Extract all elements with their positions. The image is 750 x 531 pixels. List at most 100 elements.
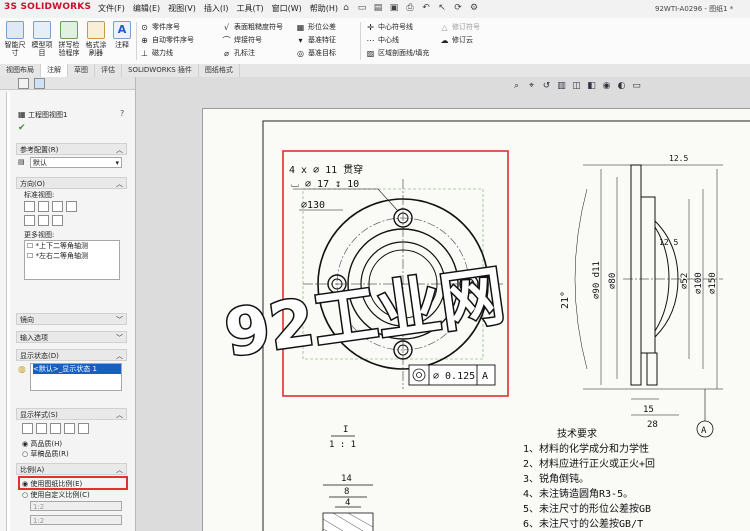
- centerline-button[interactable]: ⋯ 中心线: [366, 35, 400, 45]
- hole-callout-note[interactable]: 4 x ⌀ 11 贯穿: [289, 163, 363, 176]
- dimension-150[interactable]: ⌀150: [708, 272, 718, 294]
- select-icon[interactable]: ↖: [436, 2, 448, 14]
- undo-icon[interactable]: ↶: [420, 2, 432, 14]
- reference-config-section[interactable]: 参考配置(R) ︿: [16, 143, 127, 155]
- tech-requirement-3[interactable]: 3、锐角倒钝。: [523, 472, 589, 485]
- section-scale[interactable]: 1 : 1: [329, 440, 356, 450]
- more-views-list[interactable]: ☐ *上下二等角轴测 ☐ *左右二等角轴测: [24, 240, 120, 280]
- scale-section[interactable]: 比例(A) ︿: [16, 463, 127, 475]
- tech-requirement-4[interactable]: 4、未注铸造圆角R3-5。: [523, 487, 633, 500]
- list-item[interactable]: ☐ *上下二等角轴测: [27, 241, 119, 251]
- menu-window[interactable]: 窗口(W): [272, 3, 302, 14]
- revision-cloud-button[interactable]: ☁ 修订云: [440, 35, 474, 45]
- dimension-14[interactable]: 14: [341, 474, 352, 484]
- print-icon[interactable]: ⎙: [404, 2, 416, 14]
- dimension-90-d11[interactable]: ⌀90 d11: [592, 261, 602, 299]
- list-item[interactable]: ☐ *左右二等角轴测: [27, 251, 119, 261]
- save-icon[interactable]: ▣: [388, 2, 400, 14]
- shaded-icon[interactable]: [78, 423, 89, 434]
- menu-view[interactable]: 视图(V): [168, 3, 196, 14]
- tab-addins[interactable]: SOLIDWORKS 插件: [122, 64, 199, 77]
- import-options-section[interactable]: 输入选项 ﹀: [16, 331, 127, 343]
- dimension-28[interactable]: 28: [647, 420, 658, 430]
- shaded-edges-icon[interactable]: [64, 423, 75, 434]
- tab-sketch[interactable]: 草图: [68, 64, 95, 77]
- dimension-8[interactable]: 8: [344, 487, 349, 497]
- counterbore-note[interactable]: ⌴ ⌀ 17 ↧ 10: [291, 179, 359, 190]
- weld-symbol-button[interactable]: ⌒ 焊接符号: [222, 35, 263, 45]
- display-style-section[interactable]: 显示样式(S) ︿: [16, 408, 127, 420]
- tab-sheet-format[interactable]: 图纸格式: [199, 64, 240, 77]
- hidden-removed-icon[interactable]: [50, 423, 61, 434]
- isometric-view-icon[interactable]: [52, 215, 63, 226]
- tab-view-layout[interactable]: 视图布局: [0, 64, 41, 77]
- menu-edit[interactable]: 编辑(E): [133, 3, 160, 14]
- zoom-area-icon[interactable]: ⌖: [526, 81, 537, 91]
- datum-a-symbol[interactable]: A: [701, 426, 707, 436]
- view-orientation-icon[interactable]: ◫: [571, 81, 582, 91]
- property-tab-icon[interactable]: [34, 78, 45, 89]
- front-view-icon[interactable]: [24, 201, 35, 212]
- dimension-100[interactable]: ⌀100: [694, 272, 704, 294]
- smart-dimension-button[interactable]: 智能尺寸: [2, 21, 28, 57]
- display-style-icon[interactable]: ◧: [586, 81, 597, 91]
- format-painter-button[interactable]: 格式涂刷器: [84, 21, 108, 57]
- auto-balloon-button[interactable]: ⊕ 自动零件序号: [140, 35, 194, 45]
- geometric-tolerance-button[interactable]: ▦ 形位公差: [296, 22, 336, 32]
- app-logo[interactable]: 3S SOLIDWORKS: [4, 2, 91, 12]
- display-state-item[interactable]: <默认>_显示状态 1: [33, 364, 121, 374]
- datum-feature-button[interactable]: ▾ 基准特征: [296, 35, 336, 45]
- graphics-area[interactable]: ⌕ ⌖ ↺ ▥ ◫ ◧ ◉ ◐ ▭ 4 x ⌀ 11 贯穿 ⌴ ⌀ 17 ↧ 1…: [136, 77, 750, 531]
- tab-annotation[interactable]: 注解: [41, 64, 68, 77]
- dimension-21-deg[interactable]: 21°: [560, 291, 571, 309]
- revision-symbol-button[interactable]: △ 修订符号: [440, 22, 480, 32]
- dimension-130[interactable]: ⌀130: [301, 200, 325, 211]
- drawing-sheet[interactable]: 4 x ⌀ 11 贯穿 ⌴ ⌀ 17 ↧ 10 ⌀130 ⌀ 0.125 A ⌀…: [202, 108, 750, 531]
- use-sheet-scale-radio[interactable]: ◉ 使用图纸比例(E): [22, 479, 82, 489]
- custom-scale-select[interactable]: 1:2: [30, 501, 122, 511]
- draft-quality-radio[interactable]: ○ 草稿品质(R): [22, 449, 69, 459]
- options-icon[interactable]: ⚙: [468, 2, 480, 14]
- display-state-section[interactable]: 显示状态(D) ︿: [16, 349, 127, 361]
- ok-check-icon[interactable]: ✔: [18, 123, 26, 133]
- custom-scale-input[interactable]: 1:2: [30, 515, 122, 525]
- rebuild-icon[interactable]: ⟳: [452, 2, 464, 14]
- section-label[interactable]: I: [343, 425, 348, 435]
- datum-target-button[interactable]: ◎ 基准目标: [296, 48, 336, 58]
- top-view-icon[interactable]: [24, 215, 35, 226]
- center-mark-button[interactable]: ✛ 中心符号线: [366, 22, 413, 32]
- scene-icon[interactable]: ▭: [631, 81, 642, 91]
- menu-help[interactable]: 帮助(H): [310, 3, 338, 14]
- wireframe-icon[interactable]: [22, 423, 33, 434]
- reference-config-select[interactable]: 默认 ▾: [30, 157, 122, 168]
- hole-callout-button[interactable]: ⌀ 孔标注: [222, 48, 255, 58]
- magnetic-line-button[interactable]: ⊥ 磁力线: [140, 48, 173, 58]
- back-view-icon[interactable]: [38, 201, 49, 212]
- model-items-button[interactable]: 模型项目: [30, 21, 54, 57]
- tab-evaluate[interactable]: 评估: [95, 64, 122, 77]
- spell-checker-button[interactable]: 拼写检验程序: [57, 21, 81, 57]
- right-view-icon[interactable]: [66, 201, 77, 212]
- menu-tools[interactable]: 工具(T): [236, 3, 263, 14]
- orientation-section[interactable]: 方向(O) ︿: [16, 177, 127, 189]
- menu-insert[interactable]: 插入(I): [204, 3, 229, 14]
- high-quality-radio[interactable]: ◉ 高品质(H): [22, 439, 62, 449]
- menu-file[interactable]: 文件(F): [98, 3, 125, 14]
- tech-requirement-5[interactable]: 5、未注尺寸的形位公差按GB: [523, 502, 651, 515]
- dimension-52[interactable]: ⌀52: [680, 273, 690, 289]
- use-custom-scale-radio[interactable]: ○ 使用自定义比例(C): [22, 490, 90, 500]
- tech-requirement-2[interactable]: 2、材料应进行正火或正火+回: [523, 457, 655, 470]
- area-hatch-button[interactable]: ▨ 区域剖面线/填充: [366, 48, 430, 58]
- previous-view-icon[interactable]: ↺: [541, 81, 552, 91]
- home-icon[interactable]: ⌂: [340, 2, 352, 14]
- dimension-4[interactable]: 4: [345, 498, 350, 508]
- note-button[interactable]: A 注释: [112, 21, 132, 49]
- dimension-15[interactable]: 15: [643, 405, 654, 415]
- dimension-80[interactable]: ⌀80: [608, 273, 618, 289]
- section-view-icon[interactable]: ▥: [556, 81, 567, 91]
- dimension-12-5-top[interactable]: 12.5: [669, 154, 688, 163]
- tech-requirements-title[interactable]: 技术要求: [557, 427, 597, 440]
- display-state-list[interactable]: <默认>_显示状态 1: [30, 363, 122, 391]
- open-icon[interactable]: ▤: [372, 2, 384, 14]
- tech-requirement-1[interactable]: 1、材料的化学成分和力学性: [523, 442, 649, 455]
